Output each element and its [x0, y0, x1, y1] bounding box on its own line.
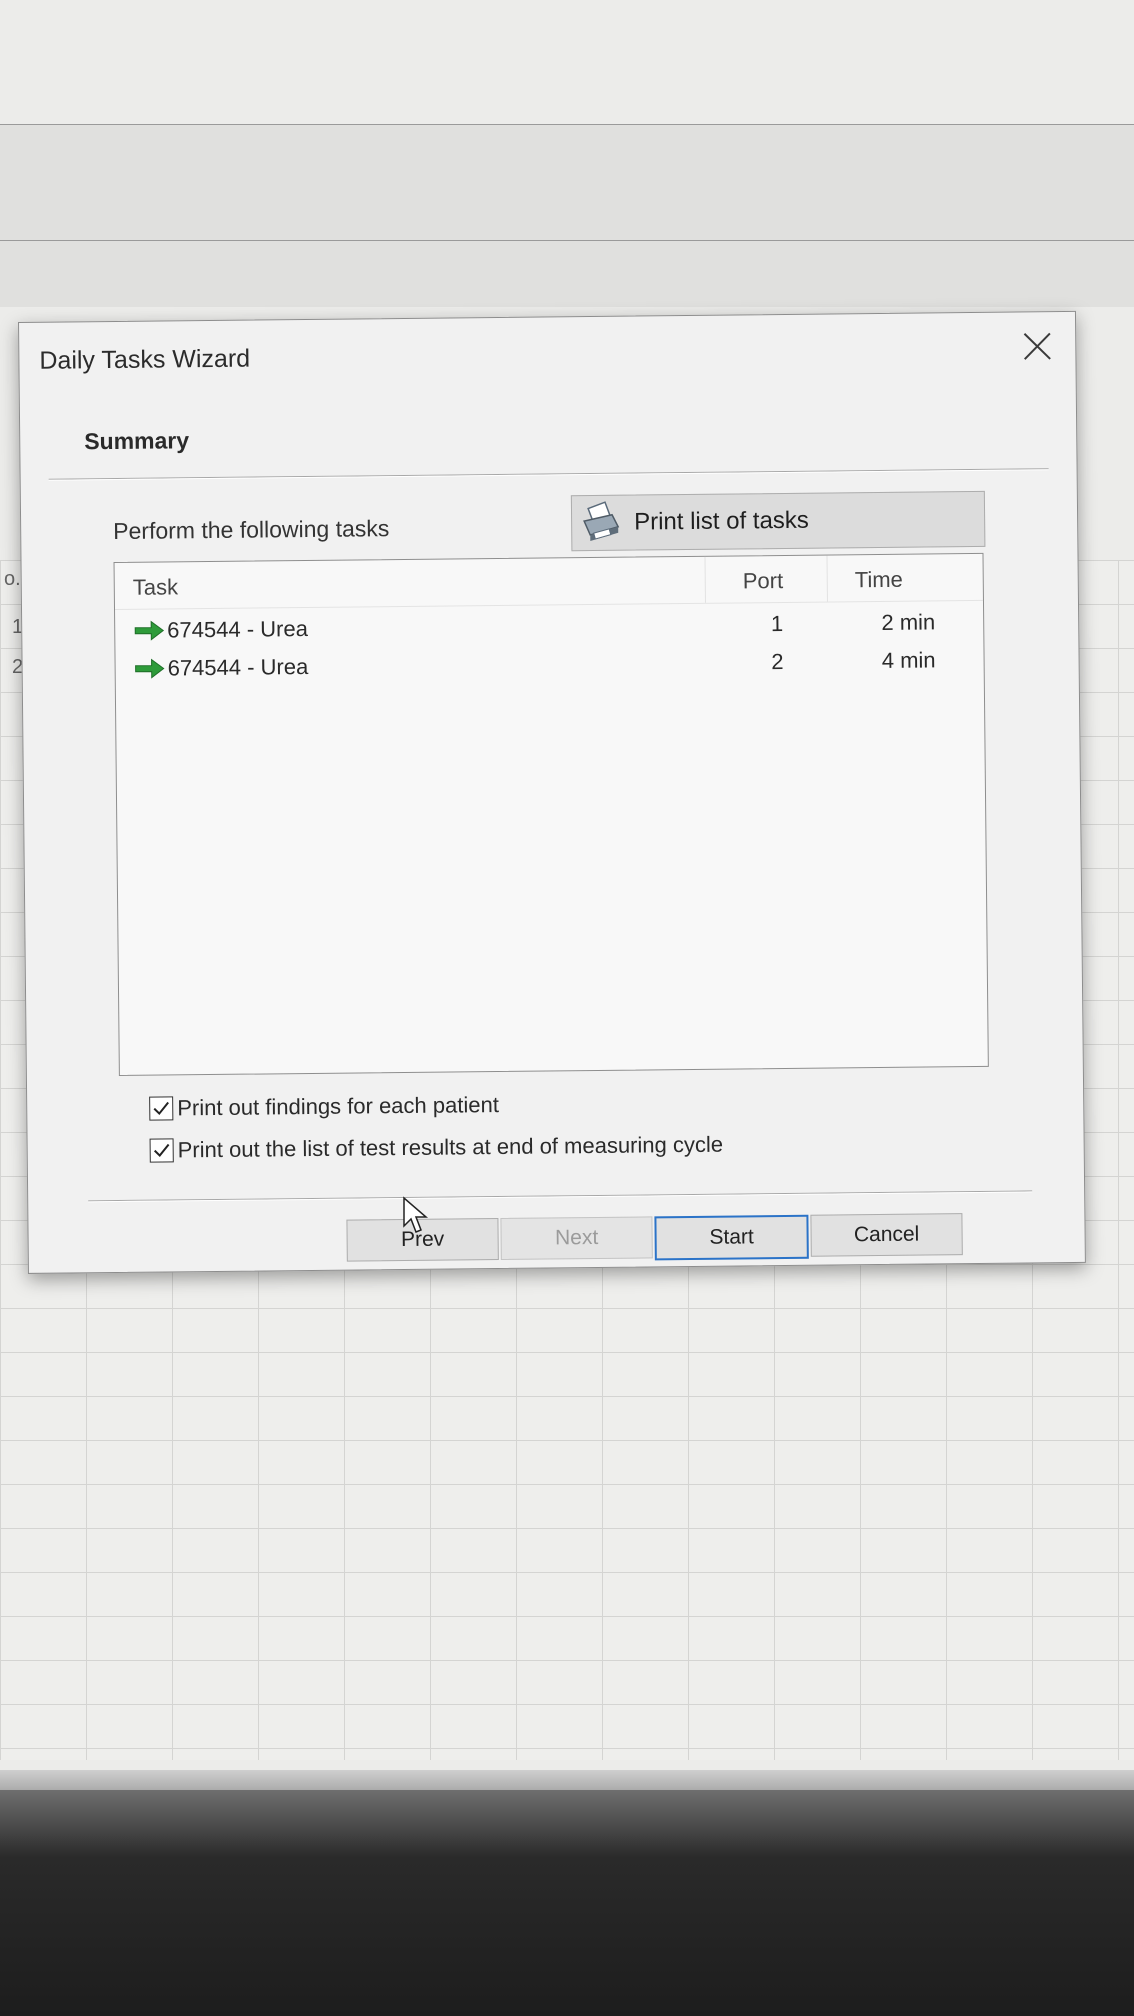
task-name: 674544 - Urea: [167, 653, 309, 681]
green-arrow-icon: [134, 620, 165, 641]
start-button[interactable]: Start: [654, 1214, 809, 1261]
print-findings-checkbox[interactable]: [149, 1096, 174, 1121]
checkmark-icon: [153, 1143, 170, 1158]
mouse-cursor-icon: [403, 1196, 429, 1233]
task-cell: 674544 - Urea: [134, 654, 309, 682]
task-cell: 674544 - Urea: [133, 616, 308, 644]
column-header-task[interactable]: Task: [133, 574, 179, 600]
background-toolbar: [0, 240, 1134, 307]
port-cell: 1: [770, 611, 784, 637]
divider: [88, 1190, 1033, 1203]
column-divider: [826, 555, 828, 602]
monitor-bezel: [0, 1790, 1134, 2016]
background-toolbar: [0, 124, 1134, 243]
next-button[interactable]: Next: [500, 1216, 653, 1260]
print-results-checkbox[interactable]: [149, 1138, 174, 1163]
divider: [48, 468, 1049, 481]
green-arrow-icon: [135, 658, 165, 679]
print-findings-option[interactable]: Print out findings for each patient: [149, 1092, 499, 1122]
daily-tasks-wizard-dialog: Daily Tasks Wizard Summary Perform the f…: [18, 310, 1086, 1274]
column-divider: [704, 556, 706, 603]
task-row[interactable]: 674544 - Urea 2 4 min: [115, 639, 983, 686]
print-list-button[interactable]: Print list of tasks: [570, 490, 986, 552]
dialog-title: Daily Tasks Wizard: [39, 344, 251, 375]
close-icon[interactable]: [1017, 326, 1057, 366]
background-row-number: o.: [4, 568, 21, 590]
print-results-option[interactable]: Print out the list of test results at en…: [149, 1131, 724, 1164]
printer-icon: [583, 501, 620, 542]
print-findings-label: Print out findings for each patient: [177, 1092, 500, 1121]
column-header-time[interactable]: Time: [855, 567, 903, 594]
instruction-text: Perform the following tasks: [113, 515, 390, 545]
time-cell: 4 min: [881, 647, 936, 673]
print-list-label: Print list of tasks: [633, 506, 809, 536]
time-cell: 2 min: [881, 609, 936, 635]
port-cell: 2: [771, 649, 784, 675]
checkmark-icon: [153, 1101, 169, 1116]
cancel-button[interactable]: Cancel: [810, 1213, 963, 1257]
print-results-label: Print out the list of test results at en…: [177, 1131, 724, 1163]
task-name: 674544 - Urea: [167, 615, 309, 643]
task-list[interactable]: Task Port Time 674544 - Urea 1 2 min 674…: [113, 552, 989, 1076]
section-title: Summary: [84, 427, 190, 455]
column-header-port[interactable]: Port: [743, 568, 784, 594]
